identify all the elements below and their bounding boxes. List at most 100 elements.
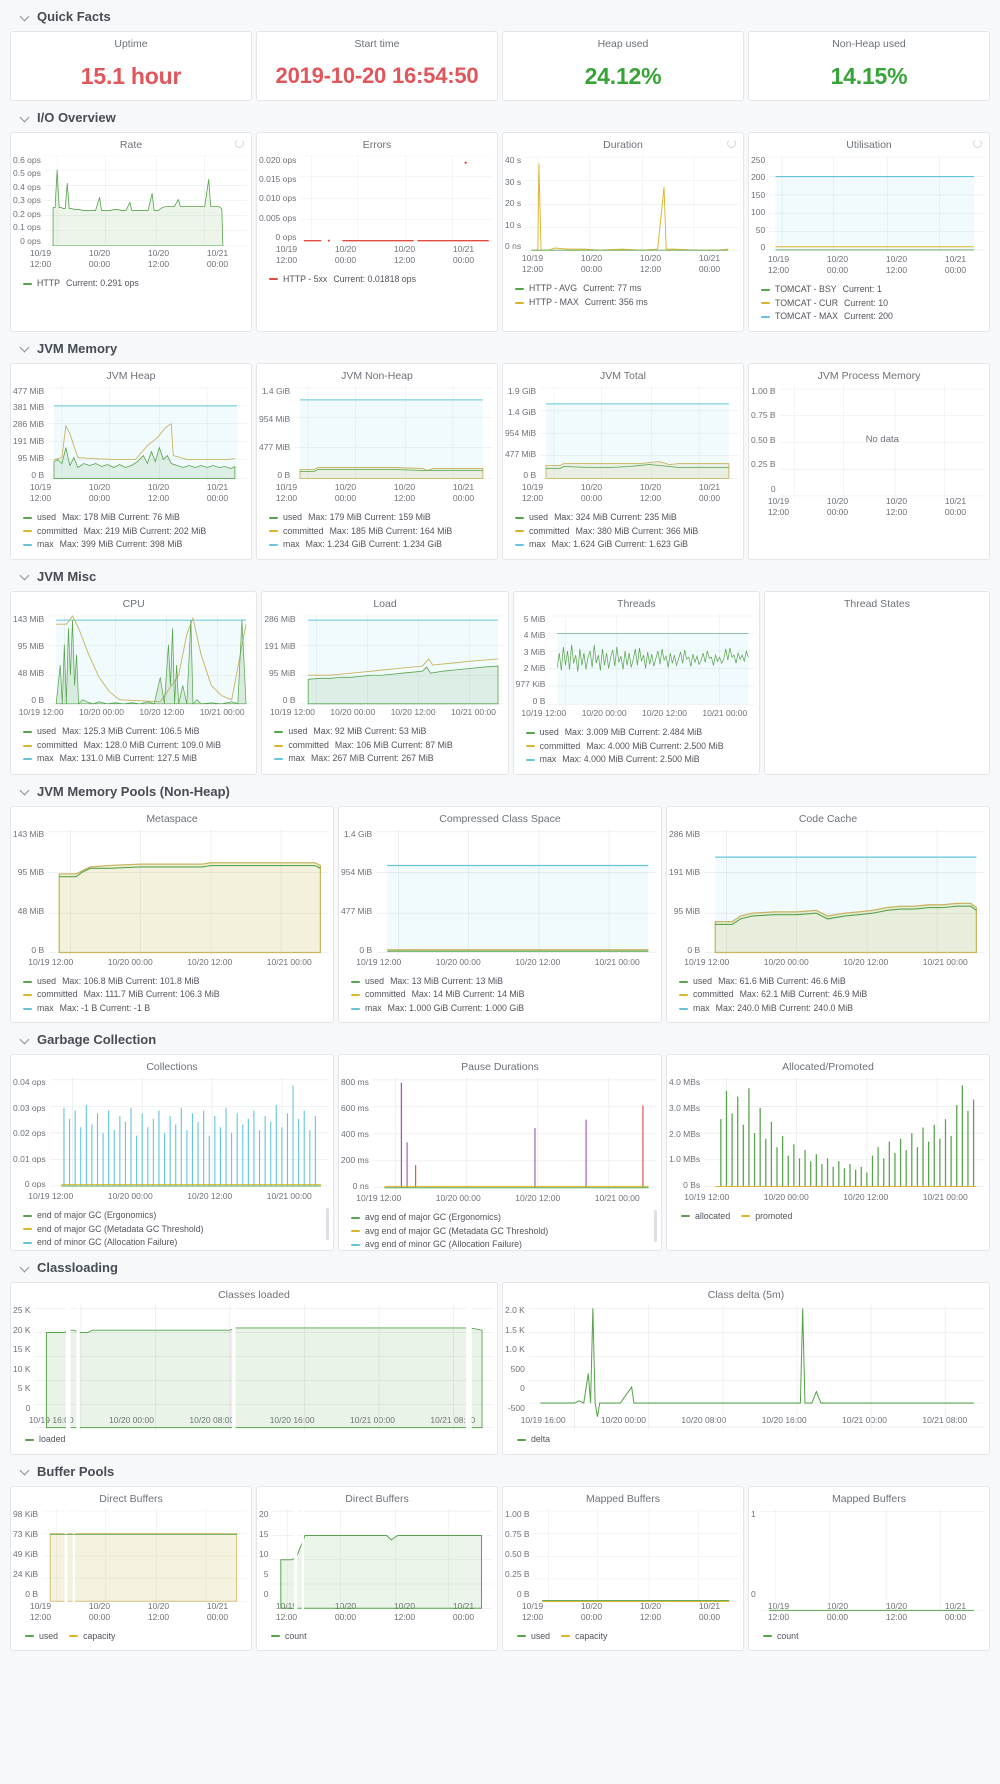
x-axis: 10/19 12:00 10/20 00:00 10/20 12:00 10/21 0…: [11, 955, 333, 968]
legend-item[interactable]: capacity: [561, 1630, 607, 1644]
stat-panel-start-time[interactable]: Start time 2019-10-20 16:54:50: [256, 31, 498, 101]
y-tick: 50: [755, 224, 766, 235]
legend-item[interactable]: capacity: [69, 1630, 115, 1644]
graph-panel-collections[interactable]: Collections 0.04 ops 0.03 ops 0.02 ops 0.01…: [10, 1054, 334, 1252]
x-tick: 10/20 12:00: [639, 253, 662, 275]
graph-panel-rate[interactable]: Rate 0.6 ops 0.5 ops 0.4 ops 0.3 ops 0.2 ops…: [10, 132, 252, 332]
legend-item[interactable]: max Max: 131.0 MiB Current: 127.5 MiB: [23, 752, 250, 766]
legend-item[interactable]: used: [517, 1630, 550, 1644]
graph-panel-pause-durations[interactable]: Pause Durations 800 ms 600 ms 400 ms 200 ms…: [338, 1054, 662, 1252]
legend-item[interactable]: HTTP - MAX Current: 356 ms: [515, 296, 737, 310]
legend-item[interactable]: max Max: -1 B Current: -1 B: [23, 1002, 327, 1016]
legend-item[interactable]: TOMCAT - MAX Current: 200: [761, 310, 983, 324]
graph-panel-direct-buffers-bytes[interactable]: Direct Buffers 98 KiB 73 KiB 49 KiB 24 KiB 0…: [10, 1485, 252, 1652]
stat-panel-nonheap-used[interactable]: Non-Heap used 14.15%: [748, 31, 990, 101]
graph-panel-allocated-promoted[interactable]: Allocated/Promoted 4.0 MBs 3.0 MBs 2.0 MBs…: [666, 1054, 990, 1252]
legend-item[interactable]: used Max: 61.6 MiB Current: 46.6 MiB: [679, 975, 983, 989]
legend[interactable]: end of major GC (Ergonomics) end of major…: [11, 1202, 333, 1248]
legend-stats: Max: 61.6 MiB Current: 46.6 MiB: [718, 975, 846, 986]
legend-scrollbar[interactable]: [654, 1210, 657, 1243]
row-header-jvm-memory-pools[interactable]: JVM Memory Pools (Non-Heap): [10, 775, 990, 806]
graph-panel-class-delta[interactable]: Class delta (5m) 2.0 K 1.5 K 1.0 K 500 0 -500: [502, 1282, 990, 1455]
graph-panel-thread-states[interactable]: Thread States: [763, 590, 990, 775]
graph-panel-jvm-heap[interactable]: JVM Heap 477 MiB 381 MiB 286 MiB 191 MiB 95 …: [10, 362, 252, 560]
legend-item[interactable]: allocated: [681, 1210, 730, 1224]
panel-title: Threads: [617, 597, 656, 610]
legend-item[interactable]: avg end of minor GC (Allocation Failure): [351, 1238, 655, 1250]
legend-item[interactable]: max Max: 1.234 GiB Current: 1.234 GiB: [269, 538, 491, 552]
legend-item[interactable]: used Max: 178 MiB Current: 76 MiB: [23, 511, 245, 525]
legend-item[interactable]: used Max: 3.009 MiB Current: 2.484 MiB: [525, 726, 753, 740]
legend-item[interactable]: used Max: 179 MiB Current: 159 MiB: [269, 511, 491, 525]
legend-item[interactable]: used Max: 106.8 MiB Current: 101.8 MiB: [23, 975, 327, 989]
legend-item[interactable]: committed Max: 4.000 MiB Current: 2.500 M…: [525, 740, 753, 754]
graph-panel-cpu[interactable]: CPU 143 MiB 95 MiB 48 MiB 0 B 10/19 12:0…: [10, 590, 258, 775]
legend-item[interactable]: max Max: 1.000 GiB Current: 1.000 GiB: [351, 1002, 655, 1016]
graph-panel-jvm-process-memory[interactable]: JVM Process Memory 1.00 B 0.75 B 0.50 B 0.2…: [748, 362, 990, 560]
legend-item[interactable]: committed Max: 128.0 MiB Current: 109.0 M…: [23, 739, 250, 753]
legend-item[interactable]: used Max: 324 MiB Current: 235 MiB: [515, 511, 737, 525]
legend-item[interactable]: TOMCAT - BSY Current: 1: [761, 283, 983, 297]
legend-item[interactable]: committed Max: 219 MiB Current: 202 MiB: [23, 525, 245, 539]
graph-panel-duration[interactable]: Duration 40 s 30 s 20 s 10 s0 ns 10/19 12:0: [502, 132, 744, 332]
graph-panel-metaspace[interactable]: Metaspace 143 MiB 95 MiB 48 MiB 0 B 10/19 1…: [10, 805, 334, 1024]
legend-item[interactable]: max Max: 240.0 MiB Current: 240.0 MiB: [679, 1002, 983, 1016]
stat-panel-uptime[interactable]: Uptime 15.1 hour: [10, 31, 252, 101]
legend-item[interactable]: used Max: 125.3 MiB Current: 106.5 MiB: [23, 725, 250, 739]
legend-item[interactable]: TOMCAT - CUR Current: 10: [761, 297, 983, 311]
graph-panel-direct-buffers-count[interactable]: Direct Buffers 20 15 10 5 0 10/19 12:00 …: [256, 1485, 498, 1652]
row-header-quick-facts[interactable]: Quick Facts: [10, 0, 990, 31]
y-tick: 800 ms: [341, 1077, 369, 1088]
legend-stats: Max: 240.0 MiB Current: 240.0 MiB: [715, 1002, 854, 1013]
legend-item[interactable]: HTTP - 5xx Current: 0.01818 ops: [269, 273, 491, 287]
legend-item[interactable]: committed Max: 62.1 MiB Current: 46.9 MiB: [679, 988, 983, 1002]
legend-item[interactable]: avg end of major GC (Metadata GC Thresho…: [351, 1225, 655, 1239]
row-header-buffer-pools[interactable]: Buffer Pools: [10, 1455, 990, 1486]
legend-item[interactable]: committed Max: 106 MiB Current: 87 MiB: [274, 739, 501, 753]
x-axis: 10/19 12:00 10/20 00:00 10/20 12:00 10/21 00:00: [11, 480, 251, 504]
graph-panel-compressed-class-space[interactable]: Compressed Class Space 1.4 GiB 954 MiB 477…: [338, 805, 662, 1024]
legend-item[interactable]: max Max: 399 MiB Current: 398 MiB: [23, 538, 245, 552]
legend-item[interactable]: used Max: 13 MiB Current: 13 MiB: [351, 975, 655, 989]
legend[interactable]: avg end of major GC (Ergonomics) avg end …: [339, 1204, 661, 1250]
legend-item[interactable]: loaded: [25, 1433, 65, 1447]
legend-item[interactable]: HTTP - AVG Current: 77 ms: [515, 282, 737, 296]
legend-item[interactable]: max Max: 4.000 MiB Current: 2.500 MiB: [525, 753, 753, 767]
legend-item[interactable]: count: [271, 1630, 307, 1644]
row-header-garbage-collection[interactable]: Garbage Collection: [10, 1023, 990, 1054]
graph-panel-classes-loaded[interactable]: Classes loaded 25 K 20 K 15 K 10 K5 K0 1…: [10, 1282, 498, 1455]
legend-scrollbar[interactable]: [326, 1208, 329, 1241]
graph-panel-code-cache[interactable]: Code Cache 286 MiB 191 MiB 95 MiB 0 B 10…: [666, 805, 990, 1024]
row-header-io-overview[interactable]: I/O Overview: [10, 101, 990, 132]
row-header-jvm-misc[interactable]: JVM Misc: [10, 560, 990, 591]
legend-item[interactable]: max Max: 1.624 GiB Current: 1.623 GiB: [515, 538, 737, 552]
legend-item[interactable]: used Max: 92 MiB Current: 53 MiB: [274, 725, 501, 739]
stat-value: 15.1 hour: [80, 62, 182, 89]
legend-item[interactable]: committed Max: 380 MiB Current: 366 MiB: [515, 525, 737, 539]
legend-item[interactable]: max Max: 267 MiB Current: 267 MiB: [274, 752, 501, 766]
legend-item[interactable]: avg end of major GC (Ergonomics): [351, 1211, 655, 1225]
legend-item[interactable]: end of major GC (Ergonomics): [23, 1209, 327, 1223]
graph-panel-mapped-buffers-count[interactable]: Mapped Buffers 10 10/19 12:00 10/20 00:00 10…: [748, 1485, 990, 1652]
legend-item[interactable]: used: [25, 1630, 58, 1644]
legend-item[interactable]: committed Max: 111.7 MiB Current: 106.3 M…: [23, 988, 327, 1002]
legend-color-swatch: [515, 516, 524, 519]
legend-item[interactable]: HTTP Current: 0.291 ops: [23, 277, 245, 291]
legend-item[interactable]: count: [763, 1630, 799, 1644]
legend-item[interactable]: delta: [517, 1433, 550, 1447]
graph-panel-utilisation[interactable]: Utilisation 250 200 150 100 50 0 10/19 1…: [748, 132, 990, 332]
stat-panel-heap-used[interactable]: Heap used 24.12%: [502, 31, 744, 101]
legend-item[interactable]: promoted: [741, 1210, 792, 1224]
graph-panel-jvm-total[interactable]: JVM Total 1.9 GiB 1.4 GiB 954 MiB 477 MiB 0 …: [502, 362, 744, 560]
row-header-classloading[interactable]: Classloading: [10, 1251, 990, 1282]
row-header-jvm-memory[interactable]: JVM Memory: [10, 332, 990, 363]
legend-item[interactable]: committed Max: 185 MiB Current: 164 MiB: [269, 525, 491, 539]
graph-panel-threads[interactable]: Threads 5 MiB 4 MiB 3 MiB 2 MiB 977 KiB 0 B: [512, 590, 760, 775]
graph-panel-load[interactable]: Load 286 MiB 191 MiB 95 MiB 0 B 10/19 12…: [261, 590, 509, 775]
graph-panel-errors[interactable]: Errors 0.020 ops 0.015 ops 0.010 ops 0.005 …: [256, 132, 498, 332]
graph-panel-jvm-non-heap[interactable]: JVM Non-Heap 1.4 GiB 954 MiB 477 MiB 0 B: [256, 362, 498, 560]
legend-item[interactable]: end of minor GC (Allocation Failure): [23, 1236, 327, 1248]
legend-item[interactable]: end of major GC (Metadata GC Threshold): [23, 1223, 327, 1237]
graph-panel-mapped-buffers-bytes[interactable]: Mapped Buffers 1.00 B 0.75 B 0.50 B 0.25 B 0…: [502, 1485, 744, 1652]
legend-item[interactable]: committed Max: 14 MiB Current: 14 MiB: [351, 988, 655, 1002]
